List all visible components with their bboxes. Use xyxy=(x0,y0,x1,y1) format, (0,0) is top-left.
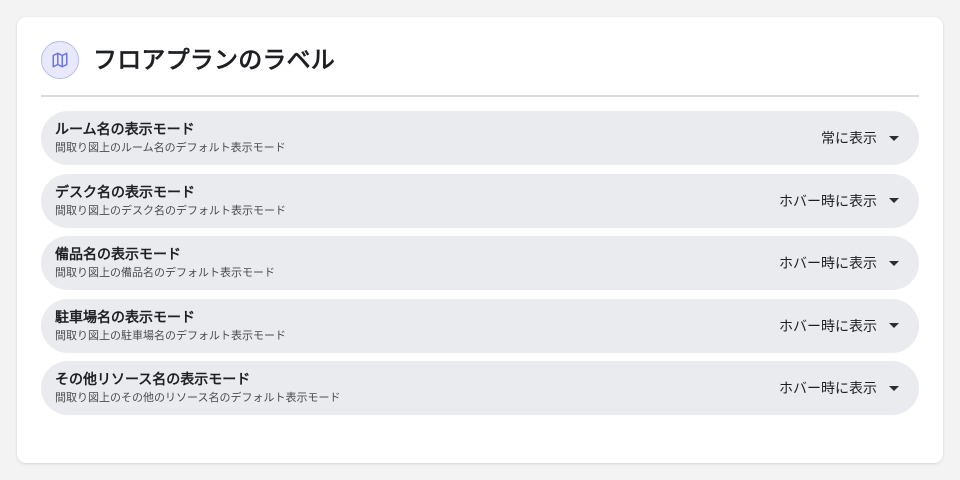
other-resource-display-mode-select[interactable]: ホバー時に表示 xyxy=(779,378,899,398)
select-value: ホバー時に表示 xyxy=(779,318,877,335)
setting-description: 間取り図上の備品名のデフォルト表示モード xyxy=(55,266,275,279)
setting-description: 間取り図上のデスク名のデフォルト表示モード xyxy=(55,203,286,217)
equipment-display-mode-select[interactable]: ホバー時に表示 xyxy=(779,253,899,273)
card-header: フロアプランのラベル xyxy=(41,41,919,97)
room-display-mode-select[interactable]: 常に表示 xyxy=(821,128,899,148)
setting-description: 間取り図上のその他のリソース名のデフォルト表示モード xyxy=(55,391,341,404)
parking-display-mode-select[interactable]: ホバー時に表示 xyxy=(779,316,899,336)
setting-row-room: ルーム名の表示モード 間取り図上のルーム名のデフォルト表示モード 常に表示 xyxy=(41,111,919,165)
setting-title: 駐車場名の表示モード xyxy=(55,309,195,326)
caret-down-icon xyxy=(889,323,899,328)
select-value: ホバー時に表示 xyxy=(779,193,877,210)
setting-description: 間取り図上のルーム名のデフォルト表示モード xyxy=(55,141,286,154)
select-value: ホバー時に表示 xyxy=(779,381,877,397)
caret-down-icon xyxy=(889,198,899,203)
setting-title: ルーム名の表示モード xyxy=(55,122,195,138)
setting-row-parking: 駐車場名の表示モード 間取り図上の駐車場名のデフォルト表示モード ホバー時に表示 xyxy=(41,298,919,353)
map-icon xyxy=(41,41,79,79)
page-title: フロアプランのラベル xyxy=(93,46,335,74)
desk-display-mode-select[interactable]: ホバー時に表示 xyxy=(779,191,899,211)
setting-title: その他リソース名の表示モード xyxy=(55,372,251,388)
select-value: 常に表示 xyxy=(821,131,877,147)
setting-row-equipment: 備品名の表示モード 間取り図上の備品名のデフォルト表示モード ホバー時に表示 xyxy=(41,236,919,290)
setting-description: 間取り図上の駐車場名のデフォルト表示モード xyxy=(55,328,286,342)
caret-down-icon xyxy=(889,385,899,391)
caret-down-icon xyxy=(889,135,899,141)
caret-down-icon xyxy=(889,260,899,266)
setting-row-other-resource: その他リソース名の表示モード 間取り図上のその他のリソース名のデフォルト表示モー… xyxy=(41,361,919,415)
settings-list: ルーム名の表示モード 間取り図上のルーム名のデフォルト表示モード 常に表示 デス… xyxy=(41,111,919,424)
setting-row-desk: デスク名の表示モード 間取り図上のデスク名のデフォルト表示モード ホバー時に表示 xyxy=(41,173,919,228)
setting-title: 備品名の表示モード xyxy=(55,247,181,263)
select-value: ホバー時に表示 xyxy=(779,256,877,272)
setting-title: デスク名の表示モード xyxy=(55,184,195,201)
floorplan-labels-card: フロアプランのラベル ルーム名の表示モード 間取り図上のルーム名のデフォルト表示… xyxy=(17,17,943,463)
